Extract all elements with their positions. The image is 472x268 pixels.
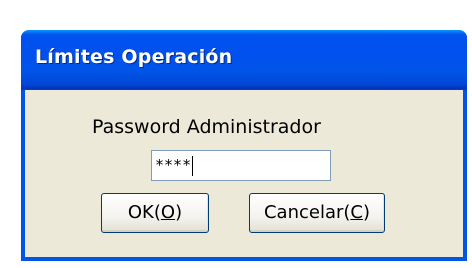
cancel-label-prefix: Cancelar(: [263, 202, 351, 223]
cancel-button[interactable]: Cancelar(C): [249, 193, 385, 233]
password-value: ****: [155, 156, 192, 174]
dialog-body: Password Administrador **** OK(O) Cancel…: [25, 90, 463, 257]
cancel-mnemonic: C: [350, 202, 363, 223]
ok-label-prefix: OK(: [127, 202, 161, 223]
ok-button[interactable]: OK(O): [101, 193, 209, 233]
ok-mnemonic: O: [160, 202, 176, 223]
password-field[interactable]: ****: [151, 150, 331, 181]
text-caret: [192, 155, 194, 176]
password-label: Password Administrador: [92, 116, 321, 138]
dialog-window: Límites Operación Password Administrador…: [21, 30, 467, 261]
window-title: Límites Operación: [35, 46, 233, 68]
screen: Límites Operación Password Administrador…: [0, 0, 472, 268]
title-bar[interactable]: Límites Operación: [21, 30, 467, 90]
ok-label-suffix: ): [175, 202, 183, 223]
cancel-label-suffix: ): [362, 202, 371, 223]
